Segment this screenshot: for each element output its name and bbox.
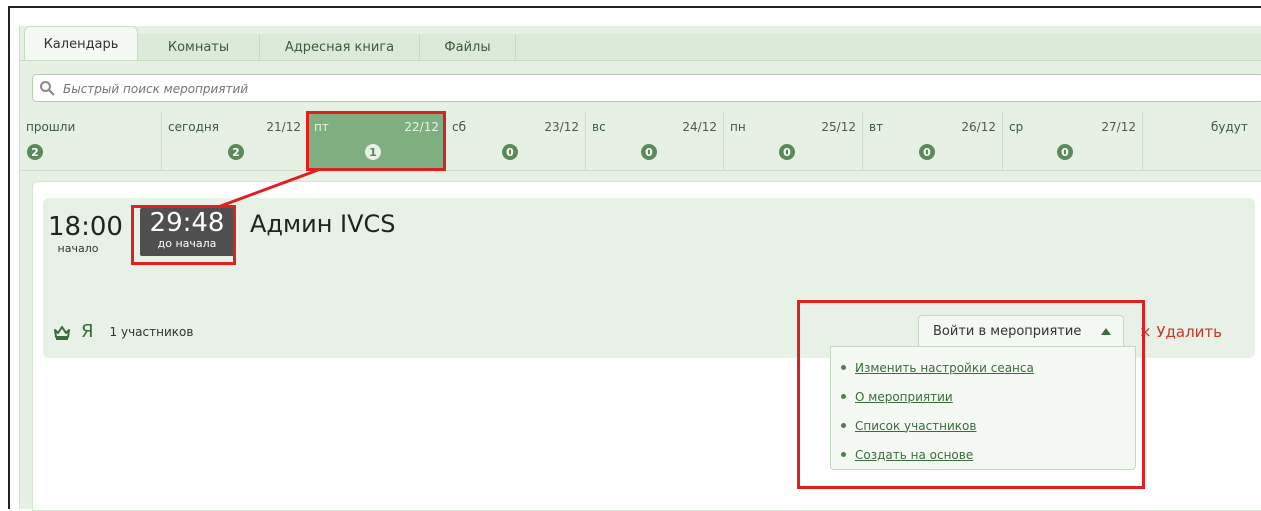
day-past[interactable]: прошли 2	[20, 112, 162, 170]
participants-count: 1 участников	[109, 324, 194, 339]
tab-calendar[interactable]: Календарь	[24, 26, 138, 61]
day-name: вт	[869, 120, 884, 134]
day-date: 26/12	[961, 120, 996, 134]
tab-address-book[interactable]: Адресная книга	[260, 34, 420, 60]
bullet-icon	[841, 394, 846, 399]
menu-item-edit-settings[interactable]: Изменить настройки сеанса	[831, 353, 1135, 382]
event-card: 18:00 начало 29:48 до начала Админ IVCS …	[43, 198, 1255, 470]
menu-link[interactable]: О мероприятии	[855, 390, 953, 404]
day-date: 23/12	[544, 120, 579, 134]
countdown-value: 29:48	[149, 208, 225, 238]
day-count-badge: 1	[365, 144, 381, 160]
day-sun[interactable]: вс 24/12 0	[586, 112, 724, 170]
bullet-icon	[841, 365, 846, 370]
day-name: ср	[1009, 120, 1024, 134]
tab-bar-filler	[516, 34, 1261, 60]
tab-label: Адресная книга	[284, 39, 395, 55]
event-owner[interactable]: Я	[81, 321, 94, 342]
menu-link[interactable]: Список участников	[855, 419, 976, 433]
bullet-icon	[841, 423, 846, 428]
day-date: 25/12	[821, 120, 856, 134]
day-future[interactable]: будут	[1143, 112, 1261, 170]
delete-event-button[interactable]: × Удалить	[1139, 323, 1222, 341]
menu-link[interactable]: Создать на основе	[855, 448, 973, 462]
event-participants: Я 1 участников	[53, 321, 193, 342]
day-count-badge: 0	[779, 144, 795, 160]
menu-link[interactable]: Изменить настройки сеанса	[855, 361, 1034, 375]
tab-label: Комнаты	[167, 39, 230, 55]
event-start-time: 18:00	[48, 212, 123, 242]
day-sat[interactable]: сб 23/12 0	[446, 112, 586, 170]
day-count-badge: 0	[502, 144, 518, 160]
triangle-up-icon	[1101, 328, 1111, 335]
day-strip-border	[20, 170, 1261, 171]
tab-label: Календарь	[43, 36, 119, 52]
events-panel: 18:00 начало 29:48 до начала Админ IVCS …	[32, 181, 1261, 511]
day-date: 21/12	[266, 120, 301, 134]
window-frame-top	[8, 6, 1261, 8]
enter-event-button[interactable]: Войти в мероприятие	[918, 315, 1124, 347]
search-input[interactable]	[61, 78, 1245, 100]
day-name: пн	[730, 120, 746, 134]
bullet-icon	[841, 452, 846, 457]
delete-label: Удалить	[1156, 323, 1222, 341]
menu-item-about[interactable]: О мероприятии	[831, 382, 1135, 411]
event-actions-menu: Изменить настройки сеанса О мероприятии …	[830, 346, 1136, 470]
day-count-badge: 0	[1057, 144, 1073, 160]
day-fri[interactable]: пт 22/12 1	[308, 112, 446, 170]
calendar-app: Комнаты Адресная книга Файлы Календарь п…	[19, 26, 1261, 511]
crown-icon	[54, 325, 70, 340]
day-strip: прошли 2 сегодня 21/12 2 пт 22/12 1 сб 2…	[20, 112, 1261, 170]
day-count-badge: 0	[919, 144, 935, 160]
search-box[interactable]	[32, 74, 1261, 102]
day-count-badge: 2	[228, 144, 244, 160]
day-name: пт	[314, 120, 329, 134]
day-name: будут	[1211, 120, 1248, 134]
enter-event-label: Войти в мероприятие	[933, 324, 1082, 339]
menu-item-participants[interactable]: Список участников	[831, 411, 1135, 440]
tab-rooms[interactable]: Комнаты	[138, 34, 260, 60]
event-countdown: 29:48 до начала	[140, 208, 234, 256]
day-date: 24/12	[682, 120, 717, 134]
search-icon	[40, 81, 55, 96]
day-name: прошли	[26, 120, 76, 134]
day-count-badge: 0	[641, 144, 657, 160]
day-date: 27/12	[1101, 120, 1136, 134]
countdown-label: до начала	[157, 237, 217, 250]
event-start-label: начало	[57, 242, 99, 255]
window-frame-left	[8, 6, 10, 509]
day-today[interactable]: сегодня 21/12 2	[162, 112, 308, 170]
tab-label: Файлы	[444, 39, 491, 55]
tab-bar: Комнаты Адресная книга Файлы Календарь	[20, 26, 1261, 61]
day-date: 22/12	[404, 120, 439, 134]
day-mon[interactable]: пн 25/12 0	[724, 112, 863, 170]
close-icon: ×	[1139, 323, 1152, 341]
menu-item-create-based[interactable]: Создать на основе	[831, 440, 1135, 469]
tab-underline	[20, 60, 1261, 61]
day-tue[interactable]: вт 26/12 0	[863, 112, 1003, 170]
day-name: сб	[452, 120, 466, 134]
day-wed[interactable]: ср 27/12 0	[1003, 112, 1143, 170]
day-name: вс	[592, 120, 606, 134]
day-count-badge: 2	[27, 144, 43, 160]
tab-files[interactable]: Файлы	[420, 34, 516, 60]
day-name: сегодня	[168, 120, 219, 134]
event-start: 18:00 начало	[48, 212, 123, 255]
event-title: Админ IVCS	[250, 210, 396, 238]
